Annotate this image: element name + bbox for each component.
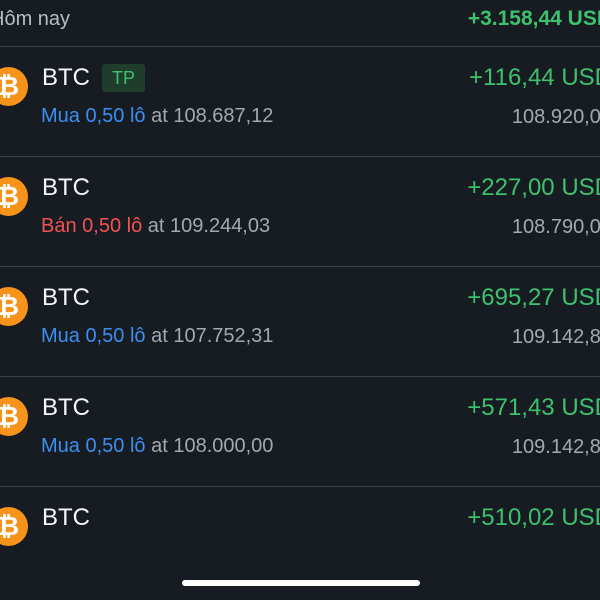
position-at: at	[151, 325, 168, 347]
summary-total-pnl: +3.158,44 USD	[467, 7, 600, 30]
position-current-price: 108.920,00	[511, 106, 600, 128]
position-symbol: BTC	[42, 504, 90, 531]
position-detail: Bán 0,50 lô at 109.244,03	[41, 215, 270, 238]
bitcoin-icon: ₿	[0, 287, 28, 326]
daily-summary-header: Hôm nay +3.158,44 USD	[0, 0, 600, 47]
position-row[interactable]: ₿ BTC TP Mua 0,50 lô at 108.687,12 +116,…	[0, 47, 600, 157]
position-pnl: +510,02 USD	[467, 504, 600, 531]
position-detail: Mua 0,50 lô at 108.687,12	[41, 105, 273, 128]
home-indicator[interactable]	[182, 580, 420, 586]
position-symbol: BTC	[42, 64, 90, 91]
position-row[interactable]: ₿ BTC Bán 0,50 lô at 109.244,03 +227,00 …	[0, 157, 600, 267]
bitcoin-icon: ₿	[0, 507, 28, 546]
position-open-price: 107.752,31	[173, 325, 274, 347]
position-current-price: 109.142,88	[511, 326, 600, 348]
position-at: at	[147, 215, 165, 237]
position-side: Mua 0,50 lô	[41, 105, 146, 127]
position-row[interactable]: ₿ BTC Mua 0,50 lô at 107.752,31 +695,27 …	[0, 267, 600, 377]
position-symbol: BTC	[42, 174, 90, 201]
take-profit-badge: TP	[102, 64, 146, 92]
position-current-price: 108.790,03	[511, 216, 600, 238]
position-pnl: +227,00 USD	[467, 174, 600, 201]
position-symbol: BTC	[42, 284, 90, 311]
position-at: at	[151, 105, 168, 127]
position-pnl: +695,27 USD	[467, 284, 600, 311]
position-pnl: +116,44 USD	[469, 64, 600, 91]
position-side: Bán 0,50 lô	[41, 215, 143, 237]
position-detail: Mua 0,50 lô at 107.752,31	[41, 325, 273, 348]
summary-label: Hôm nay	[0, 8, 71, 30]
position-open-price: 108.000,00	[173, 435, 274, 457]
position-symbol: BTC	[42, 394, 90, 421]
position-side: Mua 0,50 lô	[41, 325, 146, 347]
position-detail: Mua 0,50 lô at 108.000,00	[41, 435, 273, 458]
position-open-price: 108.687,12	[173, 105, 274, 127]
position-open-price: 109.244,03	[170, 215, 271, 237]
position-row[interactable]: ₿ BTC Mua 0,50 lô at 108.000,00 +571,43 …	[0, 377, 600, 487]
position-at: at	[151, 435, 168, 457]
position-pnl: +571,43 USD	[467, 394, 600, 421]
position-current-price: 109.142,88	[511, 436, 600, 458]
bitcoin-icon: ₿	[0, 67, 28, 106]
bitcoin-icon: ₿	[0, 397, 28, 436]
position-side: Mua 0,50 lô	[41, 435, 146, 457]
bitcoin-icon: ₿	[0, 177, 28, 216]
